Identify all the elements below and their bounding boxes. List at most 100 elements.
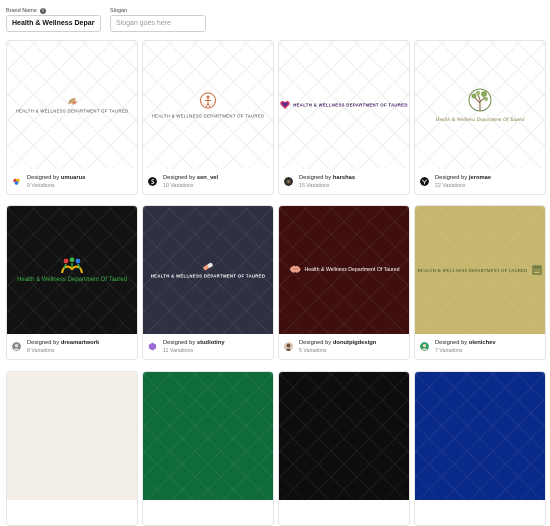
variations-count: 9 Variations <box>27 182 55 189</box>
designer-meta: Designed by umuarus 9 Variations <box>27 174 85 190</box>
logo-card[interactable]: Health & Wellness Department Of Taured D… <box>414 40 546 195</box>
logo-preview[interactable] <box>415 372 545 500</box>
designed-by-prefix: Designed by <box>163 339 196 346</box>
logo-mark: Health & Wellness Department Of Taured <box>415 87 545 123</box>
logo-card[interactable] <box>278 371 410 526</box>
designer-name[interactable]: harshas <box>333 175 355 181</box>
designer-meta: Designed by olenichev 7 Variations <box>435 339 496 355</box>
logo-preview[interactable] <box>7 372 137 500</box>
logo-card[interactable]: Health & Wellness Department Of Taured D… <box>278 205 410 360</box>
people-icon <box>61 257 83 274</box>
card-info: Designed by donutpigdesign 5 Variations <box>279 334 409 359</box>
designer-name[interactable]: dreamartwork <box>61 340 99 346</box>
avatar[interactable] <box>284 342 293 351</box>
designer-name[interactable]: sen_vel <box>197 175 218 181</box>
logo-card[interactable] <box>142 371 274 526</box>
info-icon[interactable]: i <box>39 7 46 14</box>
logo-preview[interactable]: HEALTH & WELLNESS DEPARTMENT OF TAURED <box>279 41 409 169</box>
avatar[interactable] <box>12 342 21 351</box>
pill-icon <box>203 263 213 270</box>
brand-name-label: Brand Name <box>6 7 37 14</box>
logo-text: Health & Wellness Department Of Taured <box>304 267 400 273</box>
logo-card[interactable]: HEALTH & WELLNESS DEPARTMENT OF TAURED D… <box>414 205 546 360</box>
designed-by: Designed by jeromae <box>435 174 491 182</box>
designed-by: Designed by studiotiny <box>163 339 225 347</box>
slogan-label-row: Slogan <box>110 6 206 15</box>
variations-count: 7 Variations <box>435 347 463 354</box>
designed-by-prefix: Designed by <box>435 339 468 346</box>
designed-by-prefix: Designed by <box>299 339 332 346</box>
designed-by: Designed by harshas <box>299 174 355 182</box>
brand-name-label-row: Brand Name i <box>6 6 101 15</box>
card-info: Designed by sen_vel 10 Variations <box>143 169 273 194</box>
logo-preview[interactable]: Health & Wellness Department Of Taured <box>279 206 409 334</box>
logo-card[interactable]: HEALTH & WELLNESS DEPARTMENT OF TAURED D… <box>142 205 274 360</box>
designer-meta: Designed by sen_vel 10 Variations <box>163 174 218 190</box>
avatar[interactable] <box>420 342 429 351</box>
logo-card[interactable]: Health & Wellness Department Of Taured D… <box>6 205 138 360</box>
slogan-group: Slogan <box>110 6 206 32</box>
designed-by: Designed by dreamartwork <box>27 339 99 347</box>
logo-mark: HEALTH & WELLNESS DEPARTMENT OF TAURED <box>7 97 137 114</box>
designed-by-prefix: Designed by <box>163 174 196 181</box>
designer-name[interactable]: umuarus <box>61 175 85 181</box>
logo-preview[interactable]: HEALTH & WELLNESS DEPARTMENT OF TAURED <box>7 41 137 169</box>
designer-meta: Designed by studiotiny 11 Variations <box>163 339 225 355</box>
designer-meta: Designed by jeromae 22 Variations <box>435 174 491 190</box>
variations-count: 15 Variations <box>299 182 330 189</box>
logo-card[interactable]: HEALTH & WELLNESS DEPARTMENT OF TAURED D… <box>6 40 138 195</box>
logo-card[interactable]: HEALTH & WELLNESS DEPARTMENT OF TAURED D… <box>278 40 410 195</box>
designer-name[interactable]: jeromae <box>469 175 491 181</box>
avatar[interactable] <box>284 177 293 186</box>
logo-mark: Health & Wellness Department Of Taured <box>7 257 137 283</box>
designer-name[interactable]: olenichev <box>469 340 496 346</box>
variations-count: 8 Variations <box>27 347 55 354</box>
logo-text: HEALTH & WELLNESS DEPARTMENT OF TAURED <box>151 113 265 119</box>
logo-text: HEALTH & WELLNESS DEPARTMENT OF TAURED <box>417 267 528 273</box>
logo-row: HEALTH & WELLNESS DEPARTMENT OF TAURED <box>418 265 543 275</box>
avatar[interactable] <box>420 177 429 186</box>
circle-figure-icon <box>200 92 216 109</box>
designer-meta: Designed by harshas 15 Variations <box>299 174 355 190</box>
logo-mark: HEALTH & WELLNESS DEPARTMENT OF TAURED <box>143 262 273 279</box>
logo-text: HEALTH & WELLNESS DEPARTMENT OF TAURED <box>15 108 129 114</box>
tree-icon <box>468 88 492 112</box>
logo-card[interactable] <box>6 371 138 526</box>
avatar[interactable] <box>12 177 21 186</box>
logo-text: Health & Wellness Department Of Taured <box>17 277 127 283</box>
designed-by: Designed by olenichev <box>435 339 496 347</box>
designer-name[interactable]: donutpigdesign <box>333 340 376 346</box>
brand-name-input[interactable] <box>6 15 101 32</box>
logo-mark: HEALTH & WELLNESS DEPARTMENT OF TAURED <box>143 92 273 119</box>
logo-preview[interactable]: Health & Wellness Department Of Taured <box>415 41 545 169</box>
card-info: Designed by dreamartwork 8 Variations <box>7 334 137 359</box>
logo-preview[interactable]: Health & Wellness Department Of Taured <box>7 206 137 334</box>
logo-preview[interactable] <box>143 372 273 500</box>
card-info: Designed by jeromae 22 Variations <box>415 169 545 194</box>
logo-preview[interactable]: HEALTH & WELLNESS DEPARTMENT OF TAURED <box>415 206 545 334</box>
card-info: Designed by olenichev 7 Variations <box>415 334 545 359</box>
card-info: Designed by studiotiny 11 Variations <box>143 334 273 359</box>
avatar[interactable] <box>148 342 157 351</box>
building-icon <box>533 265 542 275</box>
heart-icon <box>280 101 290 109</box>
designer-name[interactable]: studiotiny <box>197 340 225 346</box>
variations-count: 5 Variations <box>299 347 327 354</box>
slogan-label: Slogan <box>110 7 128 14</box>
brain-icon <box>289 265 301 273</box>
logo-card[interactable]: HEALTH & WELLNESS DEPARTMENT OF TAURED D… <box>142 40 274 195</box>
designed-by-prefix: Designed by <box>299 174 332 181</box>
designed-by: Designed by donutpigdesign <box>299 339 376 347</box>
slogan-input[interactable] <box>110 15 206 32</box>
logo-preview[interactable] <box>279 372 409 500</box>
logo-card[interactable] <box>414 371 546 526</box>
designer-meta: Designed by donutpigdesign 5 Variations <box>299 339 376 355</box>
logo-preview[interactable]: HEALTH & WELLNESS DEPARTMENT OF TAURED <box>143 206 273 334</box>
variations-count: 11 Variations <box>163 347 194 354</box>
variations-count: 10 Variations <box>163 182 194 189</box>
designed-by-prefix: Designed by <box>27 174 60 181</box>
avatar[interactable] <box>148 177 157 186</box>
brand-form: Brand Name i Slogan <box>6 6 206 32</box>
logo-preview[interactable]: HEALTH & WELLNESS DEPARTMENT OF TAURED <box>143 41 273 169</box>
leaf-icon <box>68 98 77 105</box>
